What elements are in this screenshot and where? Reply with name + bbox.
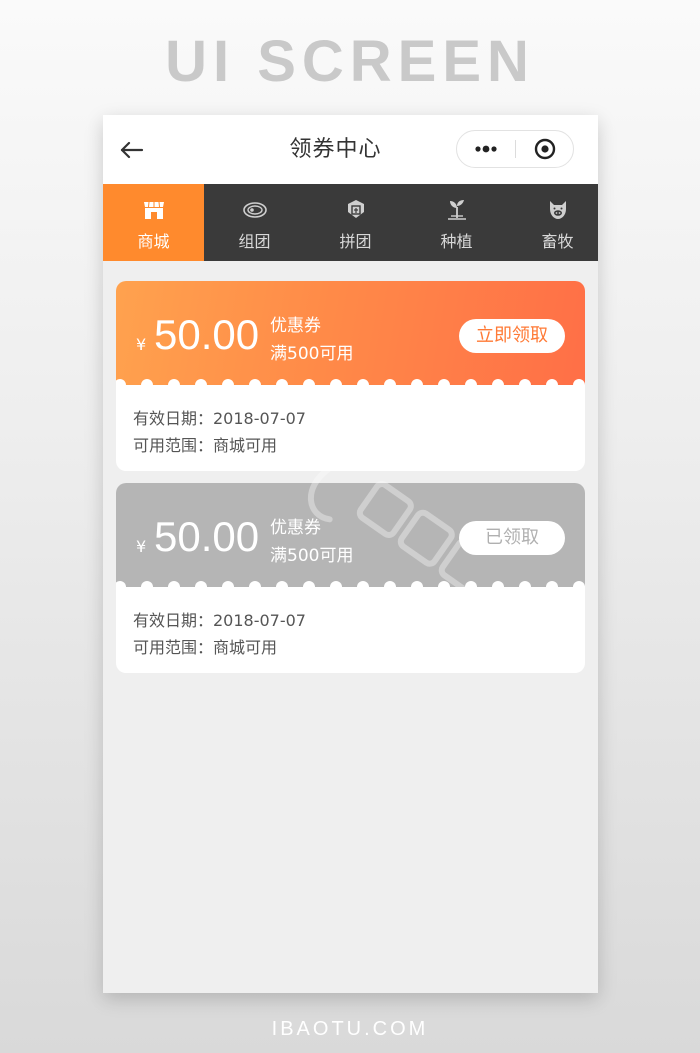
tab-label: 商城 bbox=[137, 232, 170, 251]
coupon-card: ¥ 50.00 优惠券 满500可用 立即领取 有效日期：2018-07-07 … bbox=[116, 281, 585, 471]
coupon-type: 优惠券 bbox=[270, 316, 321, 336]
pig-icon bbox=[550, 201, 566, 219]
currency-symbol: ¥ bbox=[136, 537, 147, 556]
sprout-icon bbox=[448, 200, 466, 220]
tab-label: 畜牧 bbox=[541, 232, 574, 251]
category-tabbar: 商城 组团 拼团 种植 畜牧 bbox=[103, 184, 598, 261]
claim-button[interactable]: 立即领取 bbox=[459, 319, 565, 353]
coupon-amount: 50.00 bbox=[154, 513, 260, 560]
currency-symbol: ¥ bbox=[136, 335, 147, 354]
tab-team-buy[interactable]: 拼团 bbox=[305, 184, 406, 261]
coupon-header: ¥ 50.00 优惠券 满500可用 已领取 bbox=[116, 483, 585, 587]
coupon-condition: 满500可用 bbox=[270, 546, 354, 566]
coupon-amount: 50.00 bbox=[154, 311, 260, 358]
coupon-scallop-edge bbox=[116, 379, 585, 393]
more-dots-icon bbox=[475, 145, 497, 153]
coupon-scope: 可用范围：商城可用 bbox=[133, 638, 278, 657]
mini-program-capsule bbox=[456, 130, 574, 168]
phone-screen: 领券中心 商城 组团 拼团 种植 畜牧 ¥ 50.00 优惠券 满500可用 立… bbox=[103, 115, 598, 993]
coupon-card: ¥ 50.00 优惠券 满500可用 已领取 有效日期：2018-07-07 可… bbox=[116, 483, 585, 673]
meat-icon bbox=[243, 202, 267, 218]
tab-shop[interactable]: 商城 bbox=[103, 184, 204, 261]
tab-planting[interactable]: 种植 bbox=[406, 184, 507, 261]
more-button[interactable] bbox=[457, 131, 515, 167]
coupon-type: 优惠券 bbox=[270, 518, 321, 538]
tab-label: 组团 bbox=[238, 232, 271, 251]
banner-title: UI SCREEN bbox=[165, 29, 535, 94]
tab-label: 拼团 bbox=[339, 232, 372, 251]
group-badge-icon bbox=[348, 200, 364, 218]
coupon-condition: 满500可用 bbox=[270, 344, 354, 364]
tab-label: 种植 bbox=[440, 232, 473, 251]
shop-icon bbox=[144, 201, 164, 219]
close-program-button[interactable] bbox=[516, 131, 574, 167]
coupon-scallop-edge bbox=[116, 581, 585, 595]
tab-group-buy[interactable]: 组团 bbox=[204, 184, 305, 261]
navigation-bar: 领券中心 bbox=[103, 115, 598, 184]
tab-livestock[interactable]: 畜牧 bbox=[507, 184, 598, 261]
footer-site: IBAOTU.COM bbox=[271, 1018, 429, 1040]
coupon-header: ¥ 50.00 优惠券 满500可用 立即领取 bbox=[116, 281, 585, 385]
coupon-validity: 有效日期：2018-07-07 bbox=[133, 409, 306, 428]
claimed-button[interactable]: 已领取 bbox=[459, 521, 565, 555]
coupon-scope: 可用范围：商城可用 bbox=[133, 436, 278, 455]
target-icon bbox=[534, 138, 556, 160]
coupon-validity: 有效日期：2018-07-07 bbox=[133, 611, 306, 630]
